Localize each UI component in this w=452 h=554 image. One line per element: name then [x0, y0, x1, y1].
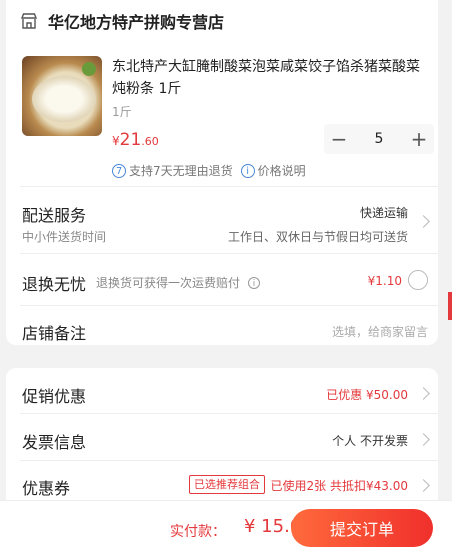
- divider: [20, 413, 438, 414]
- return-policy-text[interactable]: 支持7天无理由退货: [129, 162, 233, 179]
- invoice-title: 发票信息: [22, 433, 87, 452]
- divider: [20, 305, 438, 306]
- quantity-stepper: − 5 +: [324, 124, 434, 154]
- price-info-link[interactable]: 价格说明: [258, 162, 306, 179]
- promotion-value: 已优惠 ¥50.00: [326, 388, 408, 402]
- coupon-recommend-tag: 已选推荐组合: [189, 475, 265, 494]
- product-spec: 1斤: [112, 105, 132, 119]
- delivery-title: 配送服务: [22, 206, 87, 225]
- quantity-value[interactable]: 5: [354, 131, 404, 147]
- return-worry-desc: 退换货可获得一次运费赔付: [96, 276, 241, 290]
- shop-header[interactable]: 华亿地方特产拼购专营店: [20, 8, 224, 34]
- coupon-value: 已使用2张 共抵扣¥43.00: [270, 479, 408, 493]
- edge-marker: [448, 292, 452, 320]
- info-icon[interactable]: i: [248, 277, 261, 289]
- return-worry-title: 退换无忧: [22, 275, 87, 294]
- price-decimal: .60: [141, 135, 159, 148]
- seven-day-return-icon: 7: [112, 163, 126, 178]
- price-symbol: ¥: [112, 134, 120, 148]
- service-guarantee: 7 支持7天无理由退货 i 价格说明: [112, 162, 306, 179]
- remark-input[interactable]: 选填，给商家留言: [332, 323, 428, 340]
- chevron-right-icon: [417, 479, 430, 492]
- delivery-method: 快递运输: [359, 206, 408, 220]
- delivery-subtitle: 中小件送货时间: [22, 230, 107, 244]
- chevron-right-icon: [417, 387, 430, 400]
- divider: [20, 460, 438, 461]
- return-worry-radio[interactable]: [408, 270, 428, 290]
- remark-title: 店铺备注: [22, 324, 87, 343]
- divider: [20, 186, 438, 187]
- return-worry-price: ¥1.10: [367, 274, 402, 288]
- product-image[interactable]: [22, 56, 102, 136]
- info-icon: i: [240, 163, 255, 178]
- submit-order-button[interactable]: 提交订单: [291, 509, 433, 547]
- checkout-bar: 实付款： ¥ 15.00 提交订单: [0, 500, 452, 554]
- increase-button[interactable]: +: [404, 124, 434, 154]
- product-price: ¥21.60: [112, 130, 159, 150]
- decrease-button[interactable]: −: [324, 124, 354, 154]
- invoice-value: 个人 不开发票: [332, 434, 408, 448]
- order-card: 华亿地方特产拼购专营店 东北特产大缸腌制酸菜泡菜咸菜饺子馅杀猪菜酸菜炖粉条 1斤…: [6, 0, 438, 345]
- chevron-right-icon: [417, 433, 430, 446]
- price-integer: 21: [119, 130, 142, 150]
- store-icon: [20, 13, 38, 29]
- coupon-title: 优惠券: [22, 479, 71, 498]
- return-worry-desc-wrap: 退换货可获得一次运费赔付 i: [96, 274, 261, 291]
- product-title[interactable]: 东北特产大缸腌制酸菜泡菜咸菜饺子馅杀猪菜酸菜炖粉条 1斤: [112, 56, 432, 100]
- promotion-title: 促销优惠: [22, 387, 87, 406]
- pay-label: 实付款：: [170, 524, 226, 540]
- chevron-right-icon: [417, 215, 430, 228]
- delivery-time: 工作日、双休日与节假日均可送货: [227, 230, 408, 244]
- divider: [20, 253, 438, 254]
- shop-name: 华亿地方特产拼购专营店: [48, 13, 225, 32]
